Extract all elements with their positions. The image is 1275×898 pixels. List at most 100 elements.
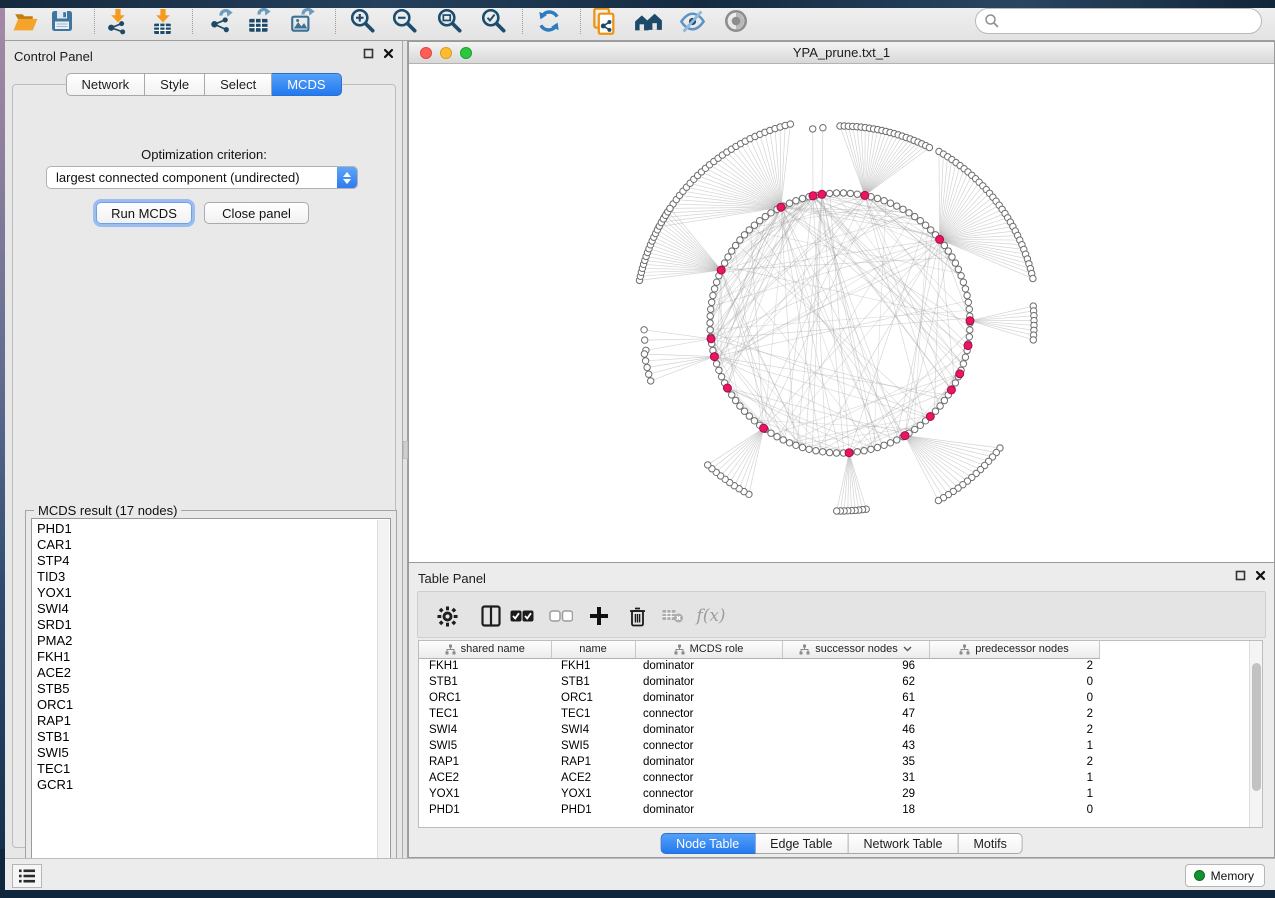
graph-node[interactable] [1030, 337, 1036, 343]
graph-node[interactable] [641, 327, 647, 333]
graph-hub-node[interactable] [818, 190, 826, 198]
graph-node[interactable] [642, 337, 648, 343]
add-icon[interactable] [584, 601, 614, 631]
graph-hub-node[interactable] [845, 449, 853, 457]
select-all-icon[interactable] [507, 601, 537, 631]
table-row[interactable]: STB1STB1dominator620 [419, 674, 1099, 690]
show-all-icon[interactable] [719, 4, 753, 38]
mcds-result-item[interactable]: FKH1 [32, 649, 377, 665]
graph-node[interactable] [966, 306, 972, 312]
graph-node[interactable] [768, 430, 774, 436]
graph-node[interactable] [833, 190, 839, 196]
graph-node[interactable] [854, 449, 860, 455]
graph-node[interactable] [741, 408, 747, 414]
mcds-result-item[interactable]: SWI4 [32, 601, 377, 617]
graph-node[interactable] [881, 198, 887, 204]
import-table-icon[interactable] [146, 4, 180, 38]
graph-hub-node[interactable] [901, 432, 909, 440]
graph-node[interactable] [941, 242, 947, 248]
graph-node[interactable] [834, 508, 840, 514]
graph-node[interactable] [868, 446, 874, 452]
graph-node[interactable] [912, 426, 918, 432]
close-panel-icon[interactable] [383, 48, 394, 59]
graph-node[interactable] [718, 374, 724, 380]
mcds-result-item[interactable]: YOX1 [32, 585, 377, 601]
export-image-icon[interactable] [286, 4, 320, 38]
columns-icon[interactable] [476, 601, 506, 631]
new-network-icon[interactable] [588, 4, 622, 38]
mcds-result-item[interactable]: STB1 [32, 729, 377, 745]
graph-node[interactable] [887, 440, 893, 446]
delete-table-icon[interactable] [658, 601, 688, 631]
graph-node[interactable] [705, 462, 711, 468]
graph-node[interactable] [960, 279, 966, 285]
gear-icon[interactable] [432, 601, 462, 631]
mcds-result-item[interactable]: ACE2 [32, 665, 377, 681]
mcds-result-item[interactable]: ORC1 [32, 697, 377, 713]
graph-node[interactable] [820, 449, 826, 455]
graph-node[interactable] [729, 248, 735, 254]
column-header-name[interactable]: name [551, 641, 635, 658]
graph-node[interactable] [707, 320, 713, 326]
graph-node[interactable] [762, 213, 768, 219]
mcds-result-item[interactable]: SWI5 [32, 745, 377, 761]
graph-node[interactable] [912, 213, 918, 219]
graph-hub-node[interactable] [760, 424, 768, 432]
mcds-result-item[interactable]: GCR1 [32, 777, 377, 793]
export-network-icon[interactable] [205, 4, 239, 38]
memory-button[interactable]: Memory [1185, 864, 1265, 887]
graph-node[interactable] [642, 358, 648, 364]
graph-node[interactable] [709, 299, 715, 305]
graph-node[interactable] [713, 361, 719, 367]
graph-node[interactable] [962, 286, 968, 292]
graph-node[interactable] [721, 260, 727, 266]
graph-node[interactable] [710, 292, 716, 298]
column-header-MCDS-role[interactable]: MCDS role [635, 641, 782, 658]
mcds-result-item[interactable]: STB5 [32, 681, 377, 697]
graph-node[interactable] [874, 195, 880, 201]
graph-node[interactable] [648, 378, 654, 384]
graph-node[interactable] [786, 200, 792, 206]
mcds-result-item[interactable]: PHD1 [32, 521, 377, 537]
graph-node[interactable] [962, 354, 968, 360]
zoom-fit-icon[interactable] [433, 4, 467, 38]
graph-node[interactable] [786, 440, 792, 446]
graph-node[interactable] [826, 449, 832, 455]
graph-hub-node[interactable] [947, 386, 955, 394]
graph-node[interactable] [707, 313, 713, 319]
task-history-button[interactable] [12, 864, 42, 888]
mcds-result-item[interactable]: TEC1 [32, 761, 377, 777]
graph-node[interactable] [729, 392, 735, 398]
close-panel-icon[interactable] [1255, 570, 1266, 581]
graph-node[interactable] [958, 273, 964, 279]
graph-node[interactable] [922, 222, 928, 228]
tab-edge-table[interactable]: Edge Table [755, 833, 848, 854]
graph-node[interactable] [1030, 275, 1036, 281]
tab-mcds[interactable]: MCDS [272, 73, 341, 96]
graph-node[interactable] [967, 327, 973, 333]
graph-node[interactable] [826, 190, 832, 196]
graph-node[interactable] [799, 195, 805, 201]
zoom-out-icon[interactable] [388, 4, 422, 38]
column-header-shared-name[interactable]: shared name [419, 641, 551, 658]
table-row[interactable]: PHD1PHD1dominator180 [419, 802, 1099, 818]
graph-hub-node[interactable] [964, 342, 972, 350]
table-row[interactable]: FKH1FKH1dominator962 [419, 658, 1099, 674]
graph-node[interactable] [854, 191, 860, 197]
open-file-icon[interactable] [8, 4, 42, 38]
delete-icon[interactable] [622, 601, 652, 631]
tab-style[interactable]: Style [145, 73, 205, 96]
mcds-result-item[interactable]: PMA2 [32, 633, 377, 649]
graph-hub-node[interactable] [956, 370, 964, 378]
refresh-icon[interactable] [532, 4, 566, 38]
graph-node[interactable] [799, 444, 805, 450]
graph-node[interactable] [917, 422, 923, 428]
graph-node[interactable] [751, 222, 757, 228]
graph-node[interactable] [732, 242, 738, 248]
graph-node[interactable] [874, 444, 880, 450]
graph-node[interactable] [952, 260, 958, 266]
graph-node[interactable] [768, 210, 774, 216]
graph-node[interactable] [881, 442, 887, 448]
graph-node[interactable] [716, 367, 722, 373]
table-row[interactable]: ACE2ACE2connector311 [419, 770, 1099, 786]
